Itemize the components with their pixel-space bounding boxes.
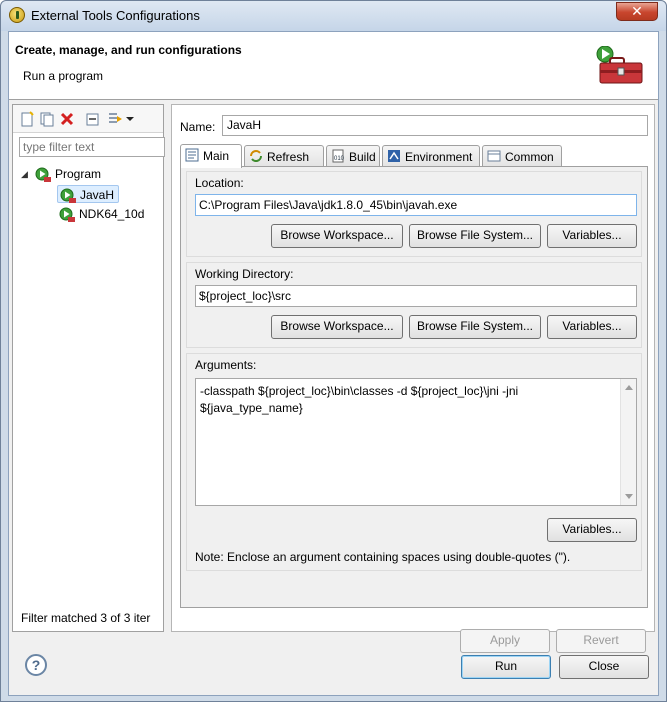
tab-environment[interactable]: Environment — [382, 145, 480, 167]
dialog-window: External Tools Configurations ✕ Create, … — [0, 0, 667, 702]
tab-common[interactable]: Common — [482, 145, 562, 167]
filter-input[interactable]: type filter text — [19, 137, 165, 157]
location-variables-button[interactable]: Variables... — [547, 224, 637, 248]
location-browse-workspace-button[interactable]: Browse Workspace... — [271, 224, 403, 248]
filter-icon[interactable] — [107, 111, 123, 127]
eclipse-icon — [9, 7, 25, 23]
help-icon[interactable]: ? — [25, 654, 47, 676]
common-icon — [487, 150, 501, 162]
main-tab-icon — [185, 148, 199, 162]
configuration-editor: Name: JavaH Main Refresh 010 Build Envir… — [171, 104, 655, 653]
program-type-icon — [35, 167, 51, 182]
program-config-icon — [60, 188, 76, 203]
main-tab-content: Location: C:\Program Files\Java\jdk1.8.0… — [180, 166, 648, 608]
launch-toolbar — [13, 105, 163, 133]
program-config-icon — [59, 207, 75, 222]
title-bar[interactable]: External Tools Configurations ✕ — [1, 1, 666, 31]
header-title: Create, manage, and run configurations — [15, 43, 242, 57]
close-button[interactable]: Close — [559, 655, 649, 679]
working-directory-input[interactable]: ${project_loc}\src — [195, 285, 637, 307]
tree-item-label: JavaH — [80, 188, 115, 202]
arguments-variables-button[interactable]: Variables... — [547, 518, 637, 542]
dialog-client: Create, manage, and run configurations R… — [8, 31, 659, 696]
filter-status-text: Filter matched 3 of 3 iter — [21, 611, 151, 625]
tree-item-javah[interactable]: JavaH — [57, 185, 120, 203]
arguments-group: Arguments: -classpath ${project_loc}\bin… — [186, 353, 642, 571]
name-label: Name: — [180, 120, 216, 134]
tree-item-ndk64[interactable]: NDK64_10d — [59, 205, 144, 223]
tab-main[interactable]: Main — [180, 144, 242, 168]
delete-icon[interactable] — [59, 111, 75, 127]
duplicate-icon[interactable] — [39, 111, 55, 127]
tab-build[interactable]: 010 Build — [326, 145, 380, 167]
revert-button[interactable]: Revert — [556, 629, 646, 653]
toolbox-icon — [596, 46, 643, 84]
arguments-label: Arguments: — [195, 358, 257, 372]
name-input[interactable]: JavaH — [222, 115, 648, 136]
window-close-button[interactable]: ✕ — [616, 2, 658, 21]
refresh-icon — [250, 150, 262, 162]
location-browse-file-system-button[interactable]: Browse File System... — [409, 224, 541, 248]
location-label: Location: — [195, 176, 244, 190]
scroll-up-icon[interactable] — [625, 385, 633, 390]
arguments-note: Note: Enclose an argument containing spa… — [195, 550, 571, 564]
configuration-list-panel: type filter text ◢ Program JavaH NDK64_1… — [12, 104, 165, 632]
build-icon: 010 — [332, 149, 345, 163]
view-menu-chevron-icon[interactable] — [125, 111, 135, 127]
working-directory-group: Working Directory: ${project_loc}\src Br… — [186, 262, 642, 348]
location-group: Location: C:\Program Files\Java\jdk1.8.0… — [186, 171, 642, 257]
arguments-text: -classpath ${project_loc}\bin\classes -d… — [200, 384, 519, 415]
workdir-browse-workspace-button[interactable]: Browse Workspace... — [271, 315, 403, 339]
run-button[interactable]: Run — [461, 655, 551, 679]
svg-text:010: 010 — [334, 156, 345, 162]
dialog-header: Create, manage, and run configurations R… — [9, 32, 658, 100]
tab-refresh[interactable]: Refresh — [244, 145, 324, 167]
new-config-icon[interactable] — [19, 111, 35, 127]
location-input[interactable]: C:\Program Files\Java\jdk1.8.0_45\bin\ja… — [195, 194, 637, 216]
collapse-all-icon[interactable] — [85, 111, 101, 127]
header-subtitle: Run a program — [23, 69, 104, 83]
apply-button[interactable]: Apply — [460, 629, 550, 653]
tree-item-label: NDK64_10d — [79, 207, 145, 221]
tree-item-label: Program — [55, 167, 102, 181]
working-directory-label: Working Directory: — [195, 267, 294, 281]
workdir-browse-file-system-button[interactable]: Browse File System... — [409, 315, 541, 339]
workdir-variables-button[interactable]: Variables... — [547, 315, 637, 339]
scroll-down-icon[interactable] — [625, 494, 633, 499]
environment-icon — [388, 150, 400, 162]
expand-arrow-icon[interactable]: ◢ — [21, 165, 31, 179]
window-title: External Tools Configurations — [31, 8, 200, 23]
arguments-textarea[interactable]: -classpath ${project_loc}\bin\classes -d… — [195, 378, 637, 506]
arguments-scrollbar[interactable] — [620, 379, 636, 505]
